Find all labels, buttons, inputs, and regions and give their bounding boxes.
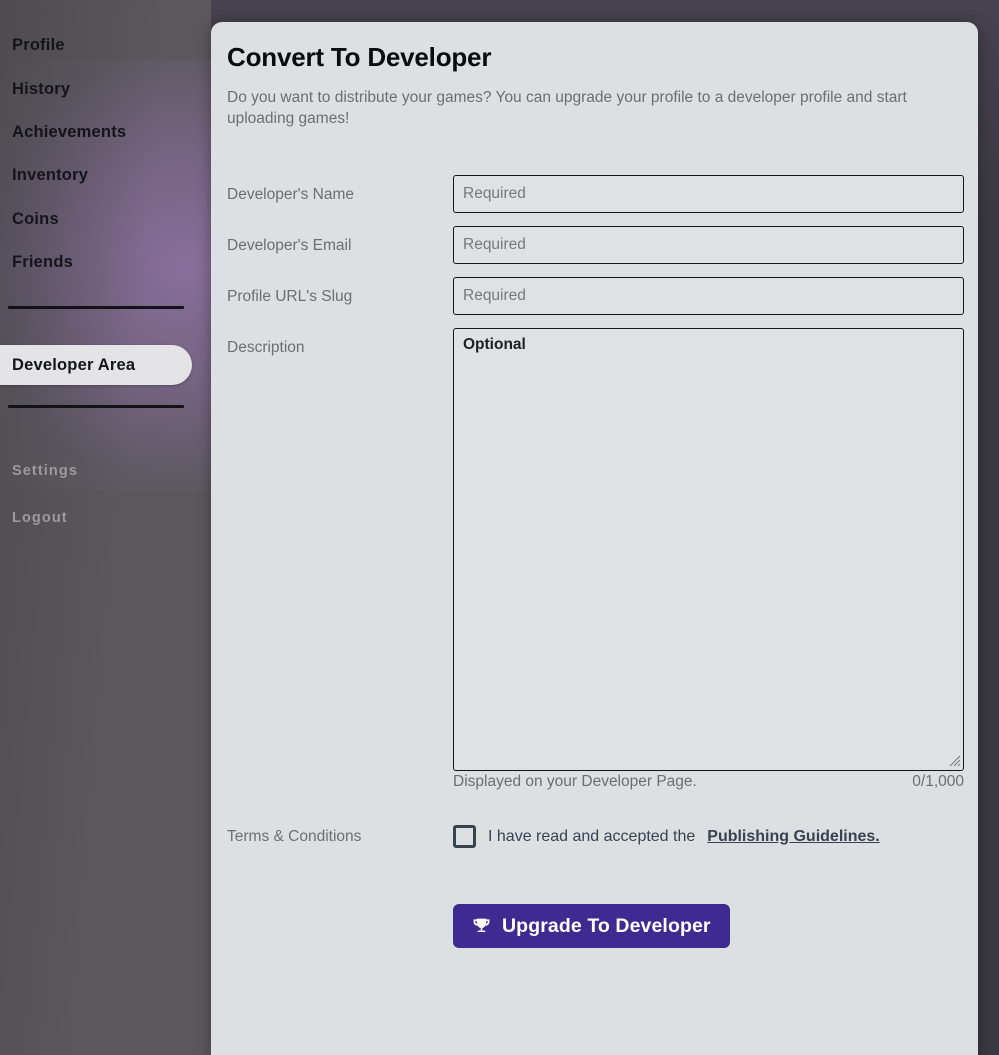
publishing-guidelines-link[interactable]: Publishing Guidelines. bbox=[707, 828, 879, 846]
description-label: Description bbox=[227, 339, 305, 356]
sidebar-item-profile[interactable]: Profile bbox=[0, 28, 211, 62]
form-row-developer-name: Developer's Name bbox=[227, 175, 964, 213]
sidebar-item-label: Logout bbox=[12, 510, 68, 526]
sidebar: Profile History Achievements Inventory C… bbox=[0, 0, 211, 1055]
sidebar-item-label: History bbox=[12, 79, 71, 98]
sidebar-item-label: Profile bbox=[12, 35, 65, 54]
sidebar-item-label: Friends bbox=[12, 252, 73, 271]
sidebar-divider-bottom bbox=[8, 405, 184, 408]
form-row-description: Description Optional Displayed on your D… bbox=[227, 328, 964, 791]
upgrade-to-developer-button[interactable]: Upgrade To Developer bbox=[453, 904, 730, 948]
profile-slug-input[interactable] bbox=[453, 277, 964, 315]
modal-subtitle: Do you want to distribute your games? Yo… bbox=[227, 89, 907, 127]
sidebar-item-friends[interactable]: Friends bbox=[0, 245, 211, 279]
sidebar-item-label: Inventory bbox=[12, 165, 89, 184]
sidebar-item-label: Developer Area bbox=[12, 355, 136, 374]
description-helper-text: Displayed on your Developer Page. bbox=[453, 773, 697, 790]
sidebar-nav: Profile History Achievements Inventory C… bbox=[0, 0, 211, 1055]
terms-checkbox[interactable] bbox=[453, 825, 476, 848]
sidebar-item-settings[interactable]: Settings bbox=[0, 454, 211, 488]
app-root: Profile History Achievements Inventory C… bbox=[0, 0, 999, 1055]
description-meta: Displayed on your Developer Page. 0/1,00… bbox=[453, 773, 964, 791]
description-textarea[interactable] bbox=[453, 328, 964, 771]
description-char-counter: 0/1,000 bbox=[912, 773, 964, 790]
form-row-developer-email: Developer's Email bbox=[227, 226, 964, 264]
convert-to-developer-modal: Convert To Developer Do you want to dist… bbox=[211, 22, 978, 1055]
sidebar-item-developer-area[interactable]: Developer Area bbox=[0, 345, 192, 385]
terms-text: I have read and accepted the bbox=[488, 827, 696, 845]
sidebar-item-coins[interactable]: Coins bbox=[0, 202, 211, 236]
developer-name-input[interactable] bbox=[453, 175, 964, 213]
terms-label: Terms & Conditions bbox=[227, 827, 362, 845]
developer-form: Developer's Name Developer's Email Profi… bbox=[227, 175, 964, 948]
developer-email-label: Developer's Email bbox=[227, 237, 352, 254]
form-row-profile-slug: Profile URL's Slug bbox=[227, 277, 964, 315]
profile-slug-label: Profile URL's Slug bbox=[227, 288, 353, 305]
sidebar-item-history[interactable]: History bbox=[0, 72, 211, 106]
modal-title: Convert To Developer bbox=[227, 42, 492, 72]
form-row-submit: Upgrade To Developer bbox=[227, 904, 960, 948]
developer-email-input[interactable] bbox=[453, 226, 964, 264]
sidebar-item-label: Coins bbox=[12, 209, 59, 228]
trophy-icon bbox=[472, 917, 491, 936]
sidebar-item-achievements[interactable]: Achievements bbox=[0, 115, 211, 149]
sidebar-item-logout[interactable]: Logout bbox=[0, 501, 211, 535]
upgrade-button-label: Upgrade To Developer bbox=[502, 914, 711, 937]
form-row-terms: Terms & Conditions I have read and accep… bbox=[227, 825, 960, 848]
sidebar-item-label: Achievements bbox=[12, 122, 127, 141]
sidebar-divider-top bbox=[8, 306, 184, 309]
sidebar-item-label: Settings bbox=[12, 463, 78, 479]
sidebar-item-inventory[interactable]: Inventory bbox=[0, 158, 211, 192]
developer-name-label: Developer's Name bbox=[227, 186, 355, 203]
